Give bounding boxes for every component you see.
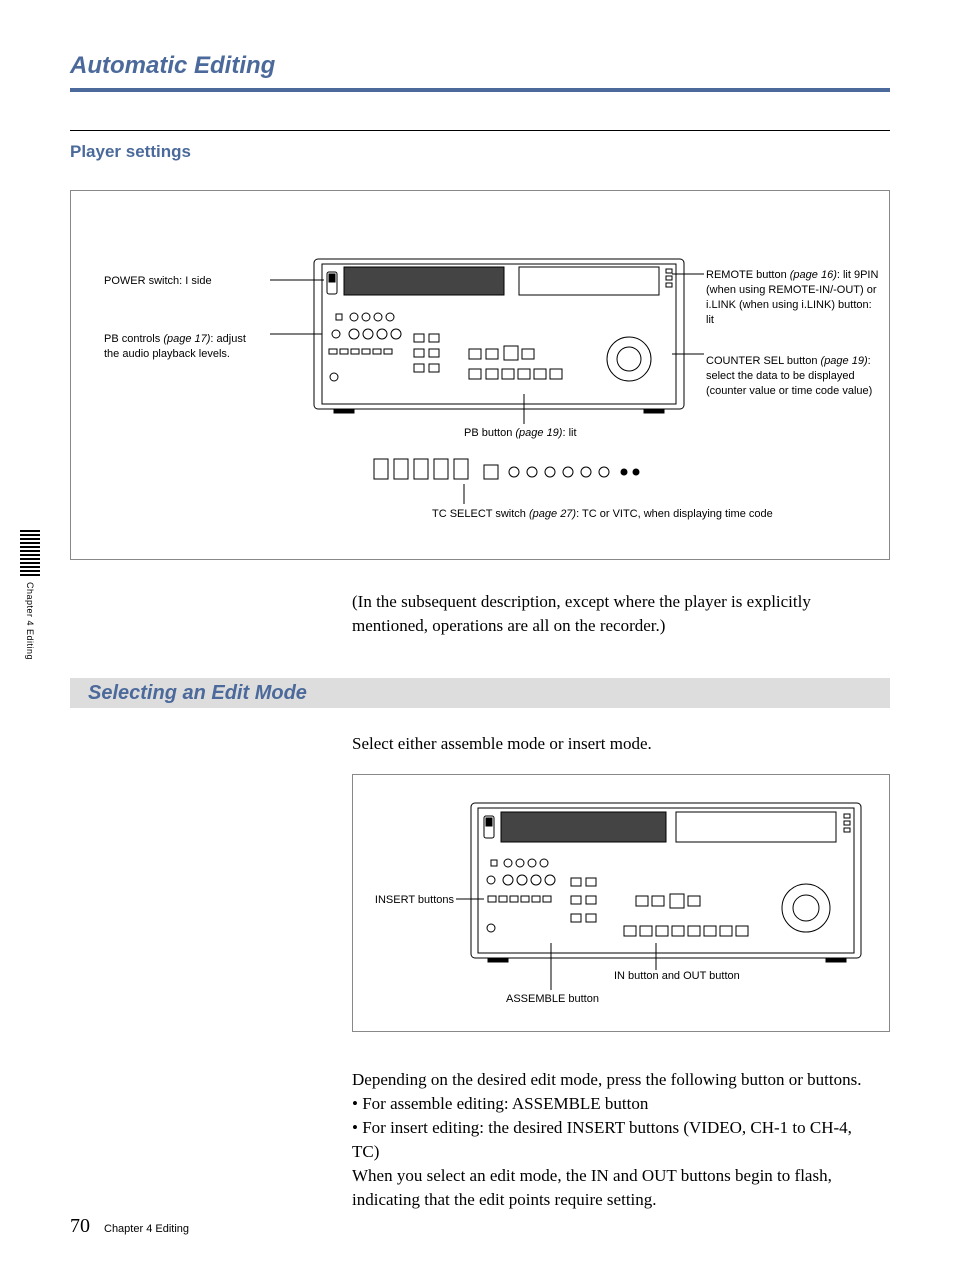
body-flash: When you select an edit mode, the IN and…: [352, 1164, 882, 1212]
title-rule: [70, 88, 890, 92]
anno-remote-button: REMOTE button (page 16): lit 9PIN (when …: [706, 268, 881, 327]
anno-text: PB controls: [104, 333, 163, 345]
anno-ref: (page 17): [163, 333, 210, 345]
side-tab: Chapter 4 Editing: [20, 530, 40, 660]
footer-chapter-label: Chapter 4 Editing: [104, 1223, 189, 1235]
anno-text: : TC or VITC, when displaying time code: [576, 508, 773, 520]
anno-text: : lit: [562, 427, 576, 439]
anno-text: REMOTE button: [706, 269, 790, 281]
anno-insert-buttons: INSERT buttons: [364, 893, 454, 908]
paren-note: (In the subsequent description, except w…: [352, 590, 872, 638]
anno-text: COUNTER SEL button: [706, 355, 821, 367]
anno-tc-select: TC SELECT switch (page 27): TC or VITC, …: [432, 507, 852, 522]
anno-ref: (page 19): [515, 427, 562, 439]
anno-power-switch: POWER switch: I side: [104, 274, 254, 289]
bullet-text: For assemble editing: ASSEMBLE button: [362, 1094, 648, 1113]
body-intro: Select either assemble mode or insert mo…: [352, 732, 882, 756]
page-title: Automatic Editing: [70, 52, 275, 80]
bullet-text: For insert editing: the desired INSERT b…: [352, 1118, 852, 1161]
page-number: 70: [70, 1215, 90, 1238]
anno-ref: (page 19): [821, 355, 868, 367]
section-bar: Selecting an Edit Mode: [70, 678, 890, 708]
anno-text: PB button: [464, 427, 515, 439]
anno-text: TC SELECT switch: [432, 508, 529, 520]
anno-counter-sel: COUNTER SEL button (page 19): select the…: [706, 354, 881, 399]
footer: 70 Chapter 4 Editing: [70, 1215, 189, 1238]
side-bars-icon: [20, 530, 40, 576]
subsection-rule: [70, 130, 890, 131]
anno-ref: (page 27): [529, 508, 576, 520]
anno-pb-button: PB button (page 19): lit: [464, 426, 664, 441]
bullet-assemble: • For assemble editing: ASSEMBLE button: [352, 1092, 882, 1116]
side-chapter-label: Chapter 4 Editing: [25, 582, 35, 660]
anno-ref: (page 16): [790, 269, 837, 281]
section-title: Selecting an Edit Mode: [88, 682, 307, 705]
player-settings-heading: Player settings: [70, 142, 191, 162]
anno-assemble-button: ASSEMBLE button: [506, 992, 646, 1007]
bullet-insert: • For insert editing: the desired INSERT…: [352, 1116, 882, 1164]
anno-pb-controls: PB controls (page 17): adjust the audio …: [104, 332, 264, 362]
body-depending: Depending on the desired edit mode, pres…: [352, 1068, 882, 1092]
anno-in-out-button: IN button and OUT button: [614, 969, 794, 984]
